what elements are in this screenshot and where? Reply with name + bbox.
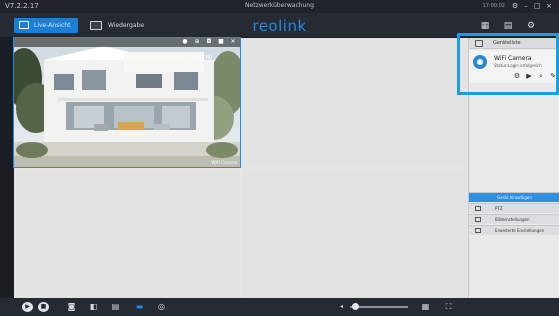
bottom-toolbar: ▶ ■ ◙ ◧ ▤ ▬ ◎ ◂ ▦ ⛶ [0,298,559,316]
device-list-icon [475,40,483,47]
volume-slider-knob[interactable] [352,303,359,310]
fullscreen-icon[interactable]: ⛶ [443,302,454,312]
layout-icon[interactable]: ▦ [480,21,490,31]
device-name: WiFi Camera [494,55,532,62]
image-settings-label: Bildeinstellungen [495,217,530,222]
video-cell-2[interactable] [242,38,468,167]
video-grid: ● ⊕ ◘ ■ ✕ 04/19/2023 12:02:10 THU WIFI C… [13,37,468,298]
advanced-settings-label: Erweiterte Einstellungen [495,228,545,233]
camera-toolbar: ● ⊕ ◘ ■ ✕ [14,38,240,47]
camera-timestamp: 04/19/2023 12:02:10 THU [132,55,213,61]
device-status: Status:Login erfolgreich [494,63,542,68]
bell-icon[interactable]: ▤ [503,21,513,31]
ptz-label: PTZ [495,206,503,211]
close-icon[interactable]: ● [182,39,188,45]
ptz-button[interactable]: PTZ [469,203,559,213]
layout-icon[interactable]: ▤ [110,302,121,312]
search-icon[interactable]: ⌕ [537,72,545,80]
video-cell-1[interactable]: ● ⊕ ◘ ■ ✕ 04/19/2023 12:02:10 THU WIFI C… [13,37,241,168]
maximize-icon[interactable]: □ [533,2,541,10]
advanced-settings-button[interactable]: Erweiterte Einstellungen [469,225,559,235]
device-item[interactable]: WiFi Camera Status:Login erfolgreich ⚙ ▶… [469,50,559,83]
settings-icon[interactable]: ⚙ [511,2,519,10]
clock: 17:00:02 [482,3,505,9]
device-list-label: Geräteliste [493,40,521,46]
fullscreen-icon[interactable]: ✕ [230,39,236,45]
title-bar: V7.2.2.17 Netzwerküberwachung 17:00:02 ⚙… [0,0,559,13]
snapshot-icon[interactable]: ◘ [206,39,212,45]
play-icon[interactable]: ▶ [525,72,533,80]
play-all-icon[interactable]: ▶ [22,302,33,312]
image-settings-button[interactable]: Bildeinstellungen [469,214,559,224]
camera-avatar-icon [473,55,487,69]
gear-icon[interactable]: ⚙ [526,21,536,31]
close-icon[interactable]: × [545,2,553,10]
video-cell-3[interactable] [14,169,240,298]
edit-icon[interactable]: ✎ [549,72,557,80]
zoom-icon[interactable]: ⊕ [194,39,200,45]
snapshot-icon[interactable]: ◙ [66,302,77,312]
settings-icon[interactable]: ⚙ [513,72,521,80]
record-icon[interactable]: ■ [218,39,224,45]
add-device-label: Gerät hinzufügen [497,195,532,200]
advanced-settings-icon [475,228,481,233]
window-title: Netzwerküberwachung [245,2,314,9]
device-list-header[interactable]: Geräteliste [469,38,559,49]
camera-label: WIFI Camera [211,160,237,165]
add-device-button[interactable]: Gerät hinzufügen [469,192,559,202]
image-settings-icon [475,217,481,222]
app-window: V7.2.2.17 Netzwerküberwachung 17:00:02 ⚙… [0,0,559,316]
audio-icon[interactable]: ◎ [156,302,167,312]
device-panel: Geräteliste WiFi Camera Status:Login erf… [468,38,559,298]
brand-logo: reolink [252,17,307,35]
record-icon[interactable]: ◧ [88,302,99,312]
grid-icon[interactable]: ▦ [420,302,431,312]
stop-all-icon[interactable]: ■ [38,302,49,312]
video-cell-4[interactable] [242,169,468,298]
stream-icon[interactable]: ▬ [134,302,145,312]
main-header: Live-Ansicht Wiedergabe reolink ▦ ▤ ⚙ [0,13,559,38]
minimize-icon[interactable]: – [522,2,530,10]
ptz-icon [475,206,481,211]
volume-icon[interactable]: ◂ [336,302,347,312]
